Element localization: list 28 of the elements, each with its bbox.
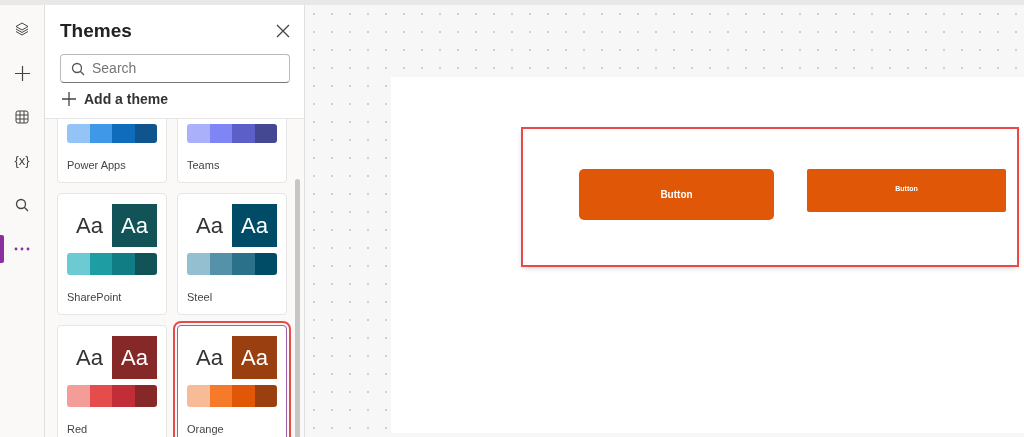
theme-name: Power Apps <box>67 158 127 173</box>
theme-name: Red <box>67 422 89 437</box>
theme-name: Orange <box>187 422 225 437</box>
panel-title: Themes <box>60 19 132 43</box>
plus-icon <box>14 65 30 81</box>
theme-name: Steel <box>187 290 214 305</box>
add-theme-button[interactable]: Add a theme <box>60 82 168 114</box>
table-icon <box>15 110 29 124</box>
font-preview: Aa <box>232 203 277 247</box>
theme-card[interactable]: Power Apps <box>57 118 167 183</box>
theme-card[interactable]: Aa Aa Red <box>57 324 167 437</box>
font-preview: Aa <box>232 335 277 379</box>
font-preview: Aa <box>112 203 157 247</box>
plus-icon <box>62 92 76 106</box>
scrollbar[interactable] <box>295 178 300 437</box>
theme-name: Teams <box>187 158 221 173</box>
theme-name: SharePoint <box>67 290 123 305</box>
theme-card[interactable]: Aa Aa Steel <box>177 192 287 315</box>
theme-card[interactable]: Teams <box>177 118 287 183</box>
variables-button[interactable]: {x} <box>0 149 45 173</box>
layers-icon <box>15 22 29 36</box>
canvas-button[interactable]: Button <box>579 169 774 220</box>
theme-card[interactable]: Aa Aa SharePoint <box>57 192 167 315</box>
search-field[interactable]: Search <box>60 53 290 83</box>
font-preview: Aa <box>112 335 157 379</box>
close-icon[interactable] <box>276 24 290 39</box>
more-icon <box>14 247 30 251</box>
search-icon <box>15 198 29 212</box>
